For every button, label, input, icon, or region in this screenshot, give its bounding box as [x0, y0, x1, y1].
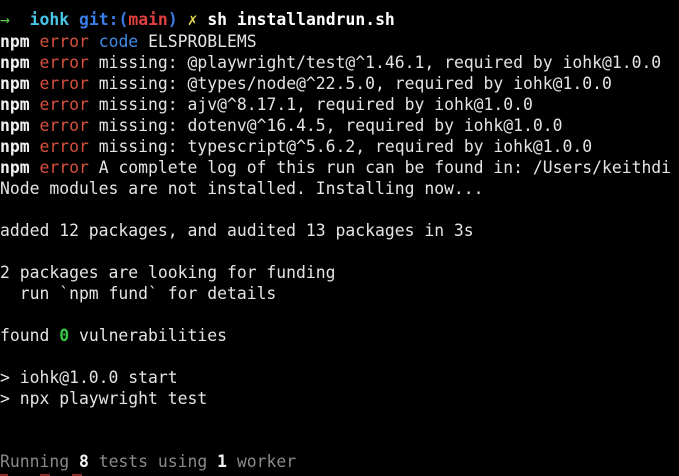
- missing-message: missing: @playwright/test@^1.46.1, requi…: [98, 53, 662, 72]
- running-prefix: Running: [0, 452, 79, 471]
- script-start-line: > iohk@1.0.0 start: [0, 368, 178, 387]
- error-label: error: [39, 74, 89, 93]
- vulnerabilities-line: found 0 vulnerabilities: [0, 325, 227, 346]
- missing-message: missing: ajv@^8.17.1, required by iohk@1…: [98, 95, 533, 114]
- error-label: error: [39, 53, 89, 72]
- script-command-line: > npx playwright test: [0, 389, 208, 408]
- added-packages-message: added 12 packages, and audited 13 packag…: [0, 221, 474, 240]
- running-tests-line: Running 8 tests using 1 worker: [0, 451, 296, 472]
- missing-message: missing: dotenv@^16.4.5, required by ioh…: [98, 116, 563, 135]
- prompt-command: sh installandrun.sh: [207, 10, 395, 29]
- error-label: error: [39, 116, 89, 135]
- npm-label: npm: [0, 95, 30, 114]
- npm-error-missing-line: npm error missing: @types/node@^22.5.0, …: [0, 73, 612, 94]
- prompt-arrow-icon: →: [0, 10, 10, 29]
- log-message: A complete log of this run can be found …: [98, 158, 672, 177]
- error-label: error: [39, 158, 89, 177]
- npm-label: npm: [0, 116, 30, 135]
- error-label: error: [39, 32, 89, 51]
- prompt-directory: iohk: [29, 10, 70, 29]
- npm-error-missing-line: npm error missing: dotenv@^16.4.5, requi…: [0, 115, 563, 136]
- npm-error-code-line: npm error code ELSPROBLEMS: [0, 31, 257, 52]
- test-count: 8: [78, 452, 89, 471]
- missing-message: missing: @types/node@^22.5.0, required b…: [98, 74, 612, 93]
- npm-label: npm: [0, 137, 30, 156]
- missing-message: missing: typescript@^5.6.2, required by …: [98, 137, 593, 156]
- npm-label: npm: [0, 158, 30, 177]
- npm-error-missing-line: npm error missing: @playwright/test@^1.4…: [0, 52, 661, 73]
- install-message: Node modules are not installed. Installi…: [0, 179, 484, 198]
- found-prefix: found: [0, 326, 60, 345]
- npm-label: npm: [0, 53, 30, 72]
- terminal-window[interactable]: → iohk git:(main) ✗ sh installandrun.sh …: [0, 0, 679, 476]
- code-value: ELSPROBLEMS: [148, 32, 257, 51]
- npm-label: npm: [0, 74, 30, 93]
- funding-message: 2 packages are looking for funding: [0, 263, 336, 282]
- npm-error-missing-line: npm error missing: ajv@^8.17.1, required…: [0, 94, 533, 115]
- fund-hint-message: run `npm fund` for details: [0, 284, 277, 303]
- worker-count: 1: [217, 452, 227, 471]
- error-label: error: [39, 95, 89, 114]
- error-label: error: [39, 137, 89, 156]
- dirty-mark-icon: ✗: [187, 10, 198, 29]
- npm-error-missing-line: npm error missing: typescript@^5.6.2, re…: [0, 136, 592, 157]
- prompt-line: → iohk git:(main) ✗ sh installandrun.sh: [0, 9, 395, 30]
- npm-label: npm: [0, 32, 30, 51]
- running-suffix: worker: [227, 452, 297, 471]
- code-label: code: [98, 32, 139, 51]
- git-branch: main: [128, 10, 168, 29]
- vulnerability-count: 0: [59, 326, 70, 345]
- git-label-close: ): [167, 10, 178, 29]
- npm-error-log-line: npm error A complete log of this run can…: [0, 157, 671, 178]
- git-label: git:(: [78, 10, 129, 29]
- running-mid: tests using: [88, 452, 218, 471]
- vulnerability-suffix: vulnerabilities: [69, 326, 227, 345]
